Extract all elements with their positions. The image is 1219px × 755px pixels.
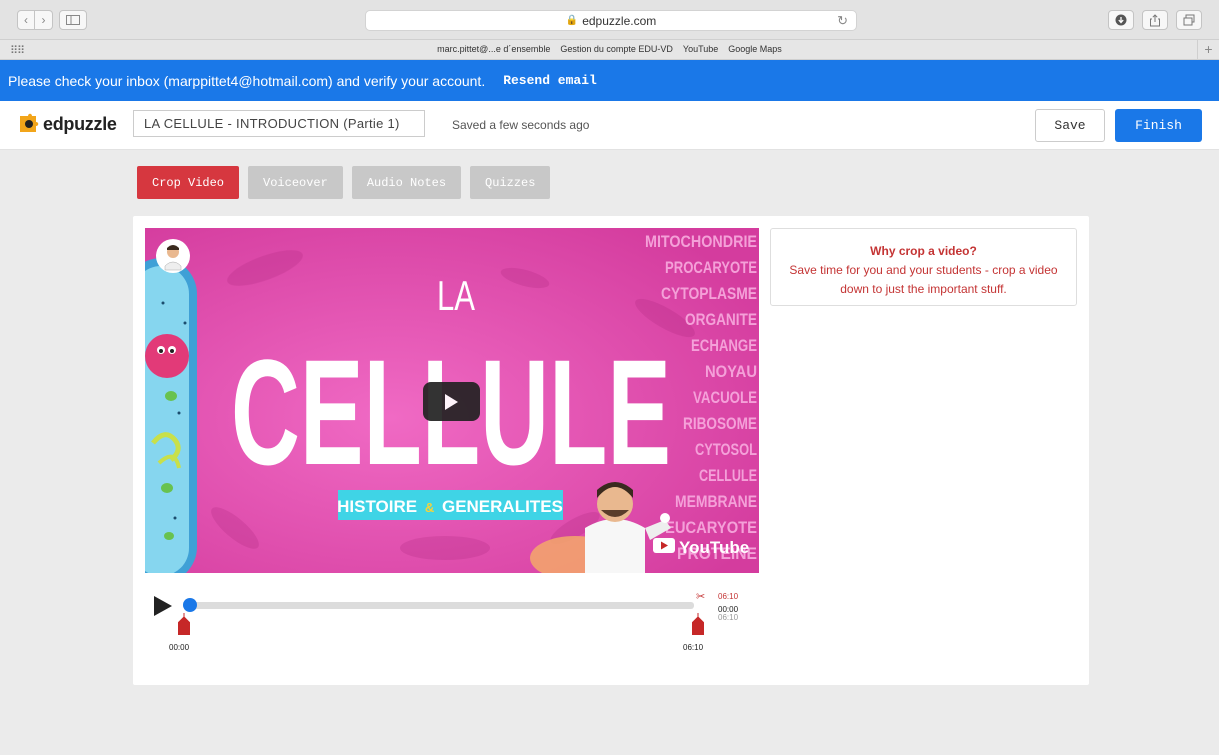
- keyword: RIBOSOME: [683, 414, 757, 433]
- info-title: Why crop a video?: [870, 244, 977, 258]
- video-player[interactable]: MITOCHONDRIE PROCARYOTE CYTOPLASME ORGAN…: [145, 228, 759, 573]
- tab-audio-notes[interactable]: Audio Notes: [351, 166, 462, 199]
- keyword: MEMBRANE: [675, 492, 757, 511]
- video-subtitle-part1: HISTOIRE: [337, 497, 417, 516]
- edpuzzle-logo[interactable]: edpuzzle: [17, 113, 117, 135]
- tab-voiceover[interactable]: Voiceover: [248, 166, 343, 199]
- keyword: MITOCHONDRIE: [645, 232, 757, 251]
- timeline-track[interactable]: [189, 602, 694, 609]
- crop-start-handle[interactable]: [178, 613, 190, 635]
- tabs-overview-icon[interactable]: [1176, 10, 1202, 30]
- verify-account-banner: Please check your inbox (marppittet4@hot…: [0, 60, 1219, 101]
- lock-icon: 🔒: [565, 15, 579, 26]
- back-icon[interactable]: ‹: [17, 10, 35, 30]
- editor-panel: MITOCHONDRIE PROCARYOTE CYTOPLASME ORGAN…: [133, 216, 1089, 685]
- keyword: ECHANGE: [691, 336, 757, 355]
- url-text: edpuzzle.com: [582, 13, 657, 28]
- download-icon[interactable]: [1108, 10, 1134, 30]
- bookmarks-bar: ⠿⠿ marc.pittet@...e d´ensemble Gestion d…: [0, 40, 1219, 60]
- why-crop-info: Why crop a video? Save time for you and …: [770, 228, 1077, 306]
- bookmark-item[interactable]: Google Maps: [728, 44, 782, 54]
- forward-icon[interactable]: ›: [35, 10, 53, 30]
- crop-end-time: 06:10: [718, 592, 739, 601]
- verify-message: Please check your inbox (marppittet4@hot…: [8, 72, 486, 89]
- editor-tabs: Crop Video Voiceover Audio Notes Quizzes: [137, 166, 551, 199]
- logo-text: edpuzzle: [43, 113, 117, 134]
- info-body-line2: down to just the important stuff.: [840, 282, 1007, 296]
- sidebar-toggle-icon[interactable]: [59, 10, 87, 30]
- browser-nav-buttons: ‹ ›: [17, 10, 87, 30]
- play-icon: [445, 394, 458, 410]
- resend-email-link[interactable]: Resend email: [503, 73, 597, 88]
- back-forward-group: ‹ ›: [17, 10, 53, 30]
- crop-timeline: 00:00 06:10 ✂ 06:10 00:00 06:10: [145, 586, 759, 661]
- reload-icon[interactable]: ↻: [837, 13, 848, 29]
- puzzle-logo-icon: [20, 113, 39, 132]
- start-time-label: 00:00: [169, 643, 190, 652]
- info-body-line1: Save time for you and your students - cr…: [789, 263, 1058, 277]
- keyword: CYTOPLASME: [661, 284, 757, 303]
- video-subtitle: HISTOIRE & GENERALITES: [337, 497, 563, 516]
- keyword: ORGANITE: [685, 310, 757, 329]
- tab-quizzes[interactable]: Quizzes: [470, 166, 551, 199]
- play-overlay-button[interactable]: [423, 382, 480, 421]
- total-time: 06:10: [718, 613, 739, 622]
- save-button[interactable]: Save: [1035, 109, 1105, 142]
- playhead-knob[interactable]: [183, 598, 197, 612]
- end-time-label: 06:10: [683, 643, 704, 652]
- keyword: NOYAU: [705, 362, 757, 381]
- video-title-small: LA: [437, 272, 475, 319]
- youtube-watermark: YouTube: [679, 538, 749, 557]
- video-subtitle-amp: &: [425, 500, 434, 515]
- video-subtitle-part2: GENERALITES: [442, 497, 563, 516]
- app-header: edpuzzle Saved a few seconds ago Save Fi…: [0, 101, 1219, 150]
- new-tab-plus-icon[interactable]: +: [1197, 40, 1219, 60]
- bookmark-list: marc.pittet@...e d´ensemble Gestion du c…: [0, 44, 1219, 54]
- saved-status: Saved a few seconds ago: [452, 118, 590, 132]
- keyword: CELLULE: [699, 466, 757, 485]
- keyword: CYTOSOL: [695, 440, 757, 459]
- browser-toolbar: ‹ › 🔒 edpuzzle.com ↻: [0, 0, 1219, 40]
- tab-crop-video[interactable]: Crop Video: [137, 166, 240, 199]
- scissors-icon[interactable]: ✂: [696, 590, 705, 603]
- keyword: VACUOLE: [693, 388, 757, 407]
- address-bar[interactable]: 🔒 edpuzzle.com ↻: [365, 10, 857, 31]
- keyword: EUCARYOTE: [665, 518, 757, 537]
- crop-end-handle[interactable]: [692, 613, 704, 635]
- browser-right-buttons: [1108, 10, 1202, 30]
- share-icon[interactable]: [1142, 10, 1168, 30]
- finish-button[interactable]: Finish: [1115, 109, 1202, 142]
- bookmark-item[interactable]: YouTube: [683, 44, 718, 54]
- play-icon[interactable]: [154, 596, 172, 616]
- bookmark-item[interactable]: marc.pittet@...e d´ensemble: [437, 44, 550, 54]
- bookmark-item[interactable]: Gestion du compte EDU-VD: [560, 44, 673, 54]
- video-title-input[interactable]: [133, 110, 425, 137]
- keyword: PROCARYOTE: [665, 258, 757, 277]
